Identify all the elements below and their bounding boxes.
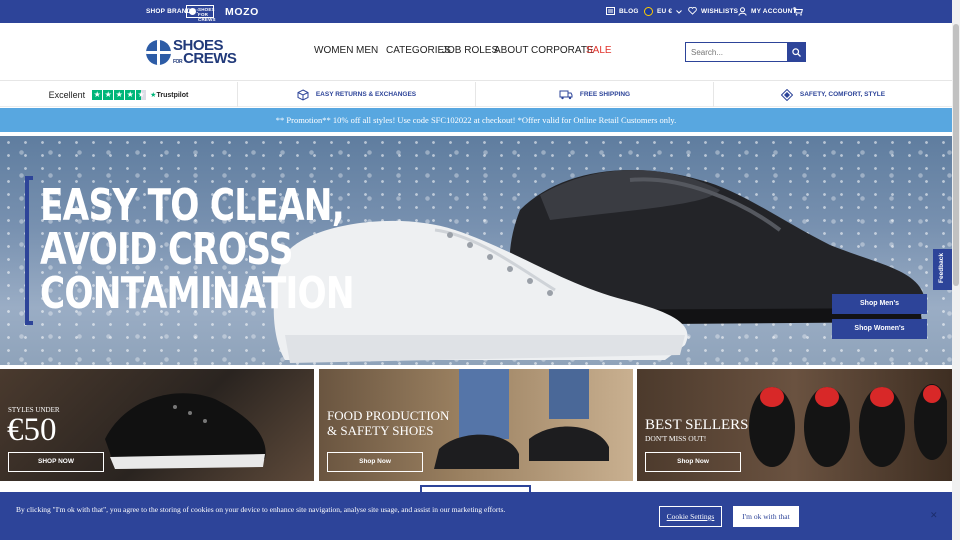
tile2-shop-now-button[interactable]: Shop Now: [327, 452, 423, 472]
tile1-shop-now-button[interactable]: SHOP NOW: [8, 452, 104, 472]
search-icon: [792, 47, 801, 57]
leather-shoe-image: [105, 393, 266, 469]
hero-title-line2: AVOID CROSS: [40, 224, 293, 275]
hero-title-line1: EASY TO CLEAN,: [40, 180, 345, 231]
shop-mens-button[interactable]: Shop Men's: [832, 294, 927, 314]
search-input[interactable]: [685, 42, 788, 62]
brand-sfc-link[interactable]: SHOES FOR CREWS: [186, 5, 216, 22]
blog-icon: [606, 7, 615, 15]
logo[interactable]: SHOES FOR CREWS: [146, 38, 237, 67]
black-shoes-red-insole-image: [749, 384, 947, 467]
usp-shipping: FREE SHIPPING: [476, 82, 714, 107]
brand-sfc-label: SHOES FOR CREWS: [198, 7, 216, 22]
account-label: MY ACCOUNT: [751, 8, 797, 15]
blog-label: BLOG: [619, 7, 639, 15]
nav-men[interactable]: MEN: [356, 45, 378, 56]
tile3-shop-now-button[interactable]: Shop Now: [645, 452, 741, 472]
usp-safety-label: SAFETY, COMFORT, STYLE: [799, 91, 886, 98]
search-button[interactable]: [787, 42, 806, 62]
tile1-price: €50: [7, 412, 57, 448]
currency-label: EU €: [657, 8, 673, 15]
page: SHOP BRANDS: SHOES FOR CREWS MOZO BLOG E…: [0, 0, 960, 540]
scrollbar[interactable]: [952, 0, 960, 540]
cookie-message: By clicking "I'm ok with that", you agre…: [16, 505, 506, 514]
tile3-title: BEST SELLERS: [645, 417, 749, 433]
cookie-banner: [0, 492, 952, 540]
wishlists-label: WISHLISTS: [701, 7, 739, 15]
feedback-label: Feedback: [938, 253, 945, 283]
tile2-line2: & SAFETY SHOES: [327, 423, 434, 438]
usp-shipping-label: FREE SHIPPING: [579, 91, 631, 98]
close-icon[interactable]: ✕: [930, 510, 938, 521]
chevron-down-icon: [676, 9, 683, 14]
usp-safety: SAFETY, COMFORT, STYLE: [714, 82, 952, 107]
promo-banner[interactable]: ** Promotion** 10% off all styles! Use c…: [0, 108, 952, 132]
trustpilot-brand: ★Trustpilot: [150, 91, 189, 99]
heart-icon: [688, 7, 697, 15]
tile3-sub: DON'T MISS OUT!: [645, 434, 707, 443]
safety-diamond-icon: [780, 88, 793, 101]
nav-women[interactable]: WOMEN: [314, 45, 353, 56]
hero-bracket: [25, 176, 33, 325]
feedback-tab[interactable]: Feedback: [933, 249, 952, 290]
nav-job-roles[interactable]: JOB ROLES: [442, 45, 498, 56]
trustpilot-rating: Excellent: [48, 89, 86, 100]
logo-text-line2: CREWS: [183, 50, 237, 67]
cart-icon: [793, 7, 803, 16]
currency-selector[interactable]: EU €: [644, 7, 683, 16]
cookie-accept-button[interactable]: I'm ok with that: [733, 506, 799, 527]
blog-link[interactable]: BLOG: [606, 7, 639, 15]
eu-flag-icon: [644, 7, 653, 16]
hero-title: EASY TO CLEAN, AVOID CROSS CONTAMINATION: [40, 180, 355, 319]
hero-banner[interactable]: EASY TO CLEAN, AVOID CROSS CONTAMINATION…: [0, 136, 952, 365]
cart-button[interactable]: [793, 7, 803, 16]
hero-title-line3: CONTAMINATION: [40, 268, 355, 319]
box-icon: [297, 88, 309, 101]
usp-bar: Excellent ★ ★ ★ ★ ★ ★Trustpilot EASY RETURNS…: [0, 82, 952, 107]
top-bar: SHOP BRANDS: SHOES FOR CREWS MOZO BLOG E…: [0, 0, 952, 23]
trustpilot-widget[interactable]: Excellent ★ ★ ★ ★ ★ ★Trustpilot: [0, 82, 238, 107]
wishlists-link[interactable]: WISHLISTS: [688, 7, 738, 15]
scrollbar-thumb[interactable]: [953, 24, 959, 286]
logo-text-for: FOR: [173, 59, 183, 65]
nav-sale[interactable]: SALE: [586, 45, 612, 56]
tile2-line1: FOOD PRODUCTION: [327, 408, 450, 423]
nav-about[interactable]: ABOUT: [494, 45, 528, 56]
truck-icon: [559, 90, 573, 99]
brand-mozo-link[interactable]: MOZO: [225, 6, 259, 18]
usp-returns: EASY RETURNS & EXCHANGES: [238, 82, 476, 107]
cookie-settings-button[interactable]: Cookie Settings: [658, 505, 723, 528]
usp-returns-label: EASY RETURNS & EXCHANGES: [315, 91, 417, 98]
nav-corporate[interactable]: CORPORATE: [531, 45, 594, 56]
shop-womens-button[interactable]: Shop Women's: [832, 319, 927, 339]
trustpilot-stars: ★ ★ ★ ★ ★: [92, 89, 147, 100]
account-link[interactable]: MY ACCOUNT: [738, 7, 797, 16]
logo-mark-icon: [146, 39, 171, 65]
user-icon: [738, 7, 747, 16]
